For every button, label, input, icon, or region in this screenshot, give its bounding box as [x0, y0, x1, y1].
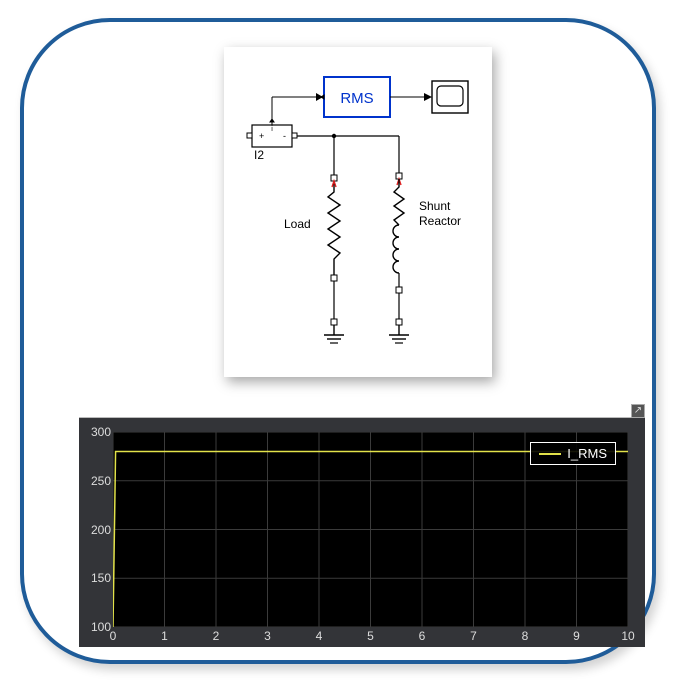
simulink-diagram-svg: RMS + - i I2: [224, 47, 492, 377]
legend-swatch: [539, 453, 561, 455]
x-tick-label: 8: [522, 629, 529, 643]
load-resistor-icon: [328, 181, 340, 275]
x-tick-label: 4: [316, 629, 323, 643]
maximize-icon[interactable]: ↗: [631, 404, 645, 418]
x-tick-label: 7: [470, 629, 477, 643]
shunt-label-2: Reactor: [419, 214, 479, 228]
rms-block-label: RMS: [340, 90, 373, 107]
legend-label: I_RMS: [567, 446, 607, 461]
sensor-label: I2: [254, 148, 294, 162]
x-tick-label: 6: [419, 629, 426, 643]
simulink-diagram-panel: RMS + - i I2: [224, 47, 492, 377]
svg-text:+: +: [259, 131, 264, 141]
scope-screen-icon: [437, 86, 463, 106]
x-tick-label: 0: [110, 629, 117, 643]
x-tick-label: 10: [621, 629, 634, 643]
y-tick-label: 300: [81, 425, 111, 439]
y-tick-label: 100: [81, 620, 111, 634]
x-tick-label: 3: [264, 629, 271, 643]
x-tick-label: 9: [573, 629, 580, 643]
y-tick-label: 250: [81, 474, 111, 488]
x-tick-label: 5: [367, 629, 374, 643]
scope-output-panel: ↗ I_RMS 300250200150100 012345678910: [79, 417, 645, 647]
y-tick-label: 150: [81, 571, 111, 585]
y-tick-label: 200: [81, 523, 111, 537]
x-tick-label: 1: [161, 629, 168, 643]
scope-plot-area[interactable]: I_RMS: [113, 432, 628, 627]
shunt-resistor-icon: [394, 179, 404, 225]
shunt-inductor-icon: [393, 225, 399, 273]
rounded-frame: RMS + - i I2: [20, 18, 656, 664]
load-label: Load: [284, 217, 328, 231]
x-tick-label: 2: [213, 629, 220, 643]
shunt-label-1: Shunt: [419, 199, 479, 213]
scope-legend[interactable]: I_RMS: [530, 442, 616, 465]
svg-text:-: -: [283, 131, 286, 141]
